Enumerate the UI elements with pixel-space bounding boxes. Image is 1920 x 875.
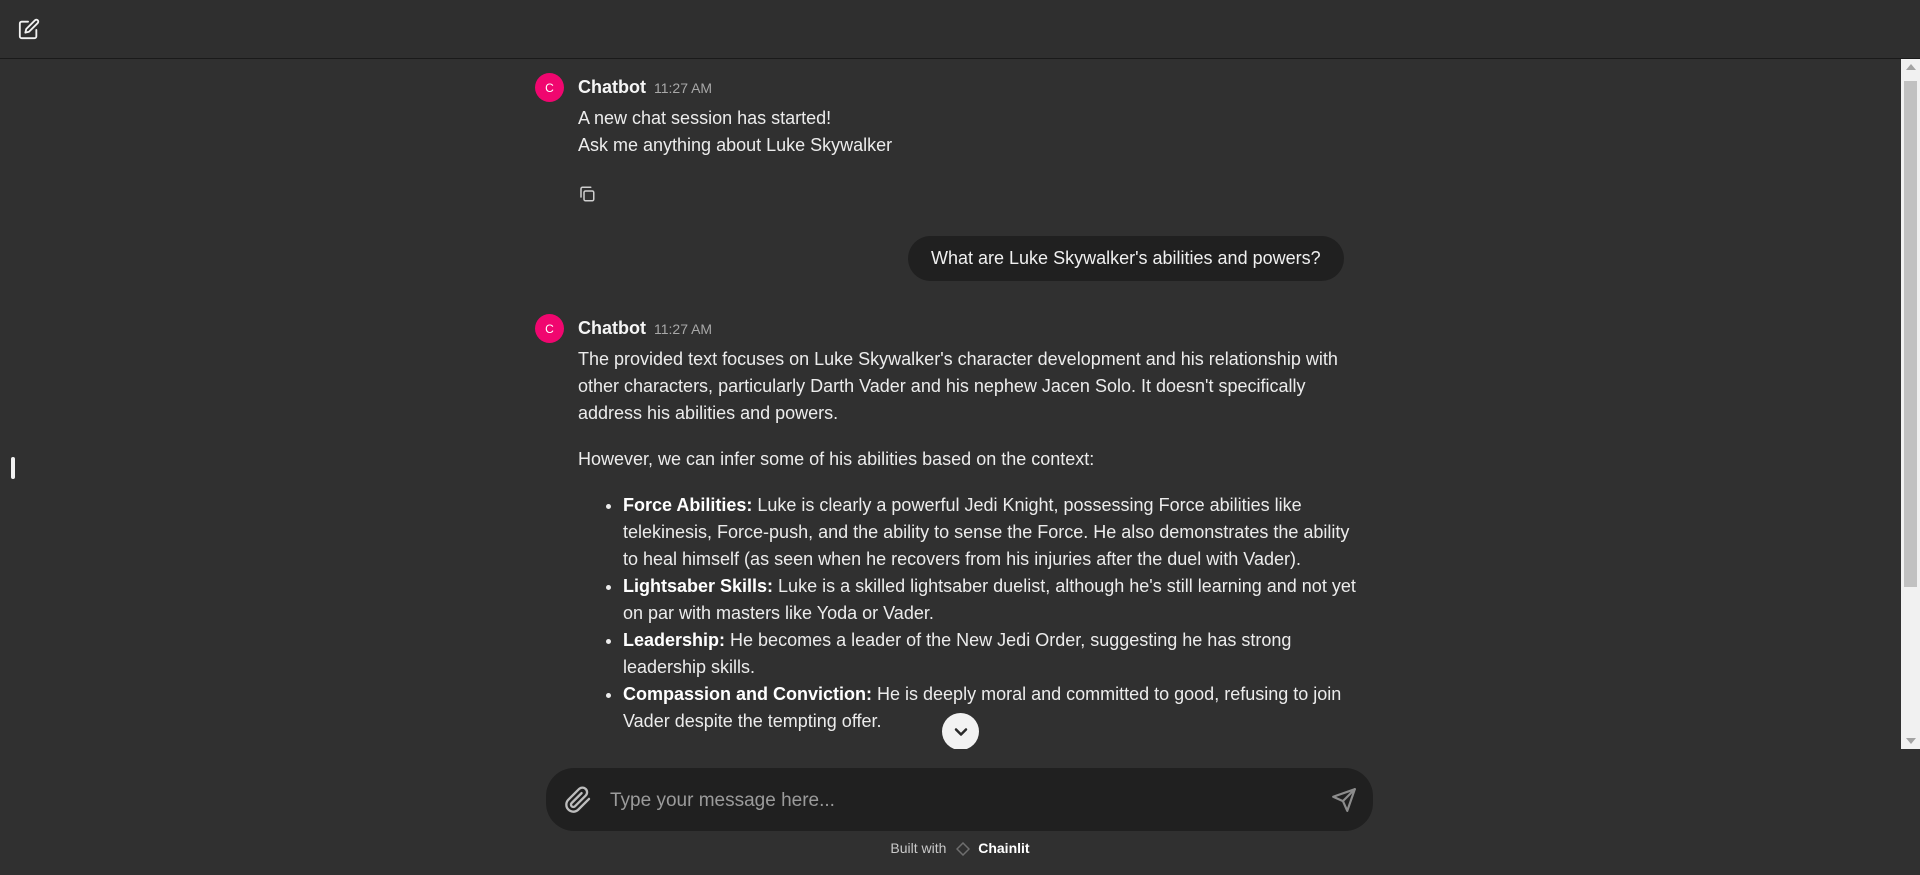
scroll-up-arrow[interactable] (1906, 64, 1916, 70)
message-time: 11:27 AM (653, 80, 713, 96)
built-with-label: Built with (890, 840, 947, 856)
chevron-down-icon (954, 727, 967, 736)
paperclip-icon[interactable] (564, 786, 592, 814)
message-paragraph: The provided text focuses on Luke Skywal… (578, 349, 1338, 423)
message-input[interactable] (608, 781, 1292, 820)
user-message-text: What are Luke Skywalker's abilities and … (931, 248, 1321, 268)
list-item: Compassion and Conviction: He is deeply … (623, 681, 1358, 735)
sidebar-resize-handle[interactable] (11, 457, 15, 479)
abilities-list: Force Abilities: Luke is clearly a power… (578, 492, 1358, 735)
list-item: Lightsaber Skills: Luke is a skilled lig… (623, 573, 1358, 627)
scroll-down-arrow[interactable] (1906, 738, 1916, 744)
list-item-title: Leadership: (623, 630, 726, 650)
new-chat-button[interactable] (14, 14, 44, 44)
copy-icon[interactable] (578, 185, 596, 203)
send-icon[interactable] (1331, 787, 1357, 813)
user-message-bubble: What are Luke Skywalker's abilities and … (908, 236, 1344, 281)
list-item-title: Force Abilities: (623, 495, 753, 515)
vertical-scrollbar[interactable] (1901, 59, 1920, 749)
chainlit-link[interactable]: Chainlit (978, 840, 1029, 856)
message-header: Chatbot 11:27 AM (578, 318, 712, 339)
edit-square-icon (18, 18, 40, 40)
list-item: Leadership: He becomes a leader of the N… (623, 627, 1358, 681)
message-paragraph: However, we can infer some of his abilit… (578, 449, 1095, 469)
author-name: Chatbot (578, 77, 646, 97)
assistant-message: C Chatbot 11:27 AM The provided text focu… (535, 314, 1365, 749)
chainlit-logo-icon (956, 842, 971, 856)
message-time: 11:27 AM (653, 321, 713, 337)
list-item-title: Lightsaber Skills: (623, 576, 774, 596)
chat-messages-area[interactable]: C Chatbot 11:27 AM A new chat session has… (0, 59, 1901, 749)
top-bar (0, 0, 1920, 59)
footer: Built with Chainlit (0, 840, 1920, 856)
message-header: Chatbot 11:27 AM (578, 77, 712, 98)
message-line: A new chat session has started! (578, 108, 832, 128)
message-line: Ask me anything about Luke Skywalker (578, 135, 893, 155)
message-content: The provided text focuses on Luke Skywal… (578, 346, 1358, 735)
avatar: C (535, 314, 564, 343)
scroll-to-bottom-button[interactable] (942, 713, 979, 749)
message-content: A new chat session has started! Ask me a… (578, 105, 1358, 159)
avatar: C (535, 73, 564, 102)
scrollbar-thumb[interactable] (1904, 81, 1917, 587)
author-name: Chatbot (578, 318, 646, 338)
list-item: Force Abilities: Luke is clearly a power… (623, 492, 1358, 573)
assistant-message: C Chatbot 11:27 AM A new chat session has… (535, 73, 1365, 213)
list-item-title: Compassion and Conviction: (623, 684, 873, 704)
message-composer (546, 768, 1373, 831)
